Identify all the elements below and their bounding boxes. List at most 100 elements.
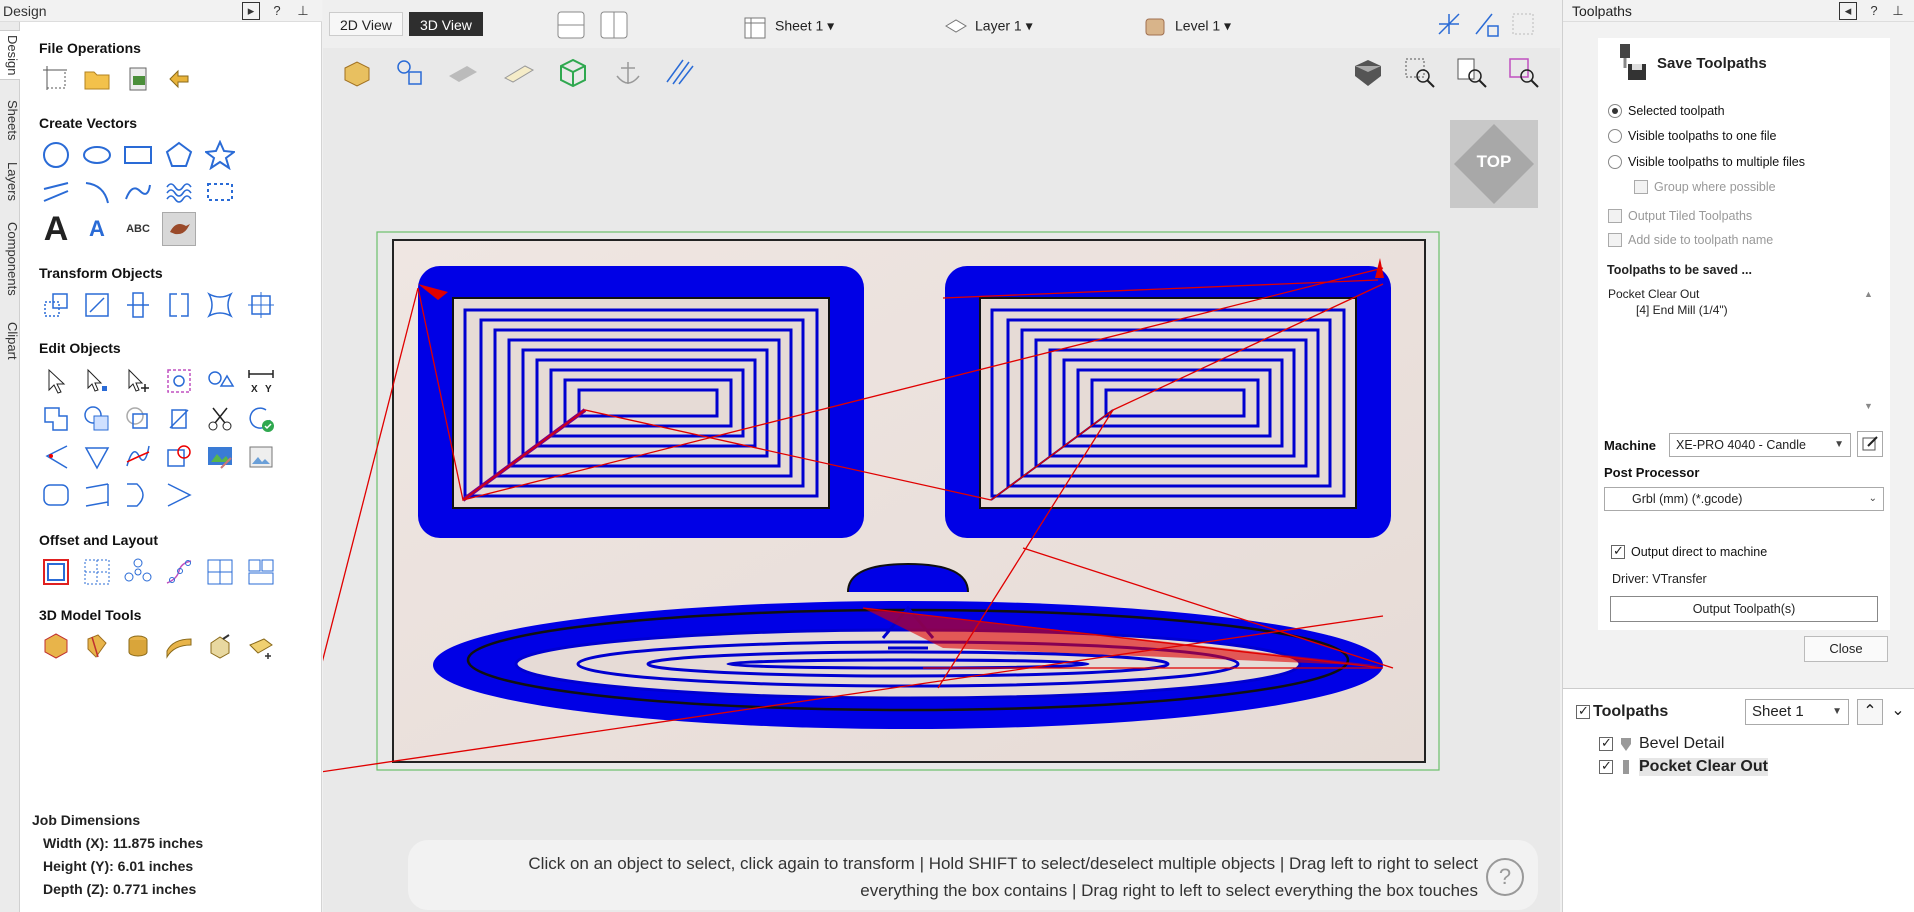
tab-3d-view[interactable]: 3D View — [409, 12, 483, 36]
select-button[interactable] — [39, 364, 73, 398]
model-stack-button[interactable] — [121, 629, 155, 663]
chk-group[interactable] — [1634, 180, 1648, 194]
move-button[interactable] — [39, 288, 73, 322]
trim-button[interactable] — [162, 402, 196, 436]
join-open-button[interactable] — [121, 478, 155, 512]
intersect-button[interactable] — [121, 402, 155, 436]
model-edit-button[interactable] — [203, 629, 237, 663]
layer-dropdown[interactable]: Layer 1 ▾ — [943, 14, 1033, 40]
chk-tiled[interactable] — [1608, 209, 1622, 223]
draw-rectangle-button[interactable] — [121, 138, 155, 172]
toolpath-item-pocket[interactable]: Pocket Clear Out — [1599, 758, 1768, 776]
bitmap-trace-button[interactable] — [162, 212, 196, 246]
opt-output-tiled[interactable]: Output Tiled Toolpaths — [1608, 209, 1752, 223]
snap-grid-icon[interactable] — [1472, 10, 1500, 38]
left-pocket-toolpath[interactable] — [418, 266, 864, 538]
transform-cursor-button[interactable] — [121, 364, 155, 398]
export-button[interactable] — [162, 62, 196, 96]
machine-select[interactable]: XE-PRO 4040 - Candle ▼ — [1669, 433, 1851, 457]
open-file-button[interactable] — [80, 62, 114, 96]
node-edit-button[interactable] — [80, 364, 114, 398]
opt-group-where-possible[interactable]: Group where possible — [1634, 180, 1776, 194]
draw-arc-button[interactable] — [80, 175, 114, 209]
toolpath-sheet-select[interactable]: Sheet 1 ▼ — [1745, 699, 1849, 725]
chamfer-button[interactable] — [80, 440, 114, 474]
close-button[interactable]: Close — [1804, 636, 1888, 662]
image-tool-button[interactable] — [203, 440, 237, 474]
draw-star-button[interactable] — [203, 138, 237, 172]
new-file-button[interactable] — [39, 62, 73, 96]
nest-button[interactable] — [162, 440, 196, 474]
draw-ellipse-button[interactable] — [80, 138, 114, 172]
tab-sheets[interactable]: Sheets — [0, 96, 20, 144]
output-toolpaths-button[interactable]: Output Toolpath(s) — [1610, 596, 1878, 622]
subtract-button[interactable] — [80, 402, 114, 436]
list-scrollbar[interactable]: ▲ ▼ — [1862, 286, 1876, 414]
smooth-curve-button[interactable] — [121, 440, 155, 474]
collapse-right-icon[interactable]: ◂ — [1839, 2, 1857, 20]
distort-button[interactable] — [203, 288, 237, 322]
scale-button[interactable] — [80, 288, 114, 322]
draw-circle-button[interactable] — [39, 138, 73, 172]
join-lines-button[interactable] — [162, 478, 196, 512]
nesting-button[interactable] — [244, 555, 278, 589]
collapse-panel-icon[interactable]: ▸ — [242, 2, 260, 20]
draw-dashed-box-button[interactable] — [203, 175, 237, 209]
model-add-button[interactable] — [244, 629, 278, 663]
radio-selected[interactable] — [1608, 104, 1622, 118]
selection-tools-button[interactable] — [203, 364, 237, 398]
draw-wave-button[interactable] — [162, 175, 196, 209]
draw-line-button[interactable] — [39, 175, 73, 209]
radio-visible-multi[interactable] — [1608, 155, 1622, 169]
chk-output-direct[interactable] — [1611, 543, 1625, 559]
post-processor-select[interactable]: Grbl (mm) (*.gcode) ⌄ — [1604, 487, 1884, 511]
help-right-icon[interactable]: ? — [1865, 2, 1883, 20]
pin-icon[interactable]: ⊥ — [294, 2, 312, 20]
step-repeat-button[interactable] — [203, 555, 237, 589]
scissors-button[interactable] — [203, 402, 237, 436]
tab-layers[interactable]: Layers — [0, 158, 20, 205]
move-down-button[interactable]: ⌄ — [1885, 699, 1911, 725]
draw-curve-button[interactable] — [121, 175, 155, 209]
edit-machine-button[interactable] — [1857, 431, 1883, 457]
tab-design[interactable]: Design — [0, 30, 20, 81]
tab-clipart[interactable]: Clipart — [0, 318, 20, 364]
workpiece-canvas[interactable] — [323, 48, 1560, 828]
pin-right-icon[interactable]: ⊥ — [1889, 2, 1907, 20]
radio-visible-one[interactable] — [1608, 129, 1622, 143]
3d-viewport[interactable]: TOP Click on an object to select, click … — [323, 48, 1560, 912]
weld-button[interactable] — [39, 402, 73, 436]
grid-snap-icon[interactable] — [1509, 10, 1537, 38]
rounded-rectangle-button[interactable] — [39, 478, 73, 512]
mirror-button[interactable] — [162, 288, 196, 322]
bitmap-button[interactable] — [244, 440, 278, 474]
set-size-button[interactable] — [244, 288, 278, 322]
align-button[interactable] — [121, 288, 155, 322]
sheet-dropdown[interactable]: Sheet 1 ▾ — [743, 14, 834, 40]
array-copy-button[interactable] — [80, 555, 114, 589]
chk-toolpaths-visible[interactable] — [1576, 703, 1590, 719]
to-be-saved-list[interactable]: Pocket Clear Out [4] End Mill (1/4") ▲ ▼ — [1608, 286, 1878, 416]
split-view-icon[interactable] — [599, 10, 629, 40]
chk-bevel[interactable] — [1599, 735, 1613, 751]
text-on-curve-button[interactable]: A — [80, 212, 114, 246]
model-slice-button[interactable] — [80, 629, 114, 663]
model-cube-button[interactable] — [39, 629, 73, 663]
auto-layout-text-button[interactable]: ABC — [121, 212, 155, 246]
help-icon[interactable]: ? — [268, 2, 286, 20]
import-button[interactable] — [121, 62, 155, 96]
opt-visible-one-file[interactable]: Visible toolpaths to one file — [1608, 129, 1776, 143]
tab-2d-view[interactable]: 2D View — [329, 12, 403, 36]
level-dropdown[interactable]: Level 1 ▾ — [1143, 14, 1231, 40]
opt-selected-toolpath[interactable]: Selected toolpath — [1608, 104, 1725, 118]
measure-button[interactable]: XY — [244, 364, 278, 398]
model-layer-button[interactable] — [162, 629, 196, 663]
toolpath-item-bevel[interactable]: Bevel Detail — [1599, 735, 1724, 753]
interactive-select-button[interactable] — [162, 364, 196, 398]
move-up-button[interactable]: ⌃ — [1857, 699, 1883, 725]
draw-text-button[interactable]: A — [39, 210, 73, 248]
circular-array-button[interactable] — [121, 555, 155, 589]
opt-visible-multi-files[interactable]: Visible toolpaths to multiple files — [1608, 155, 1805, 169]
opt-output-direct[interactable]: Output direct to machine — [1611, 543, 1767, 559]
opt-add-side[interactable]: Add side to toolpath name — [1608, 233, 1773, 247]
